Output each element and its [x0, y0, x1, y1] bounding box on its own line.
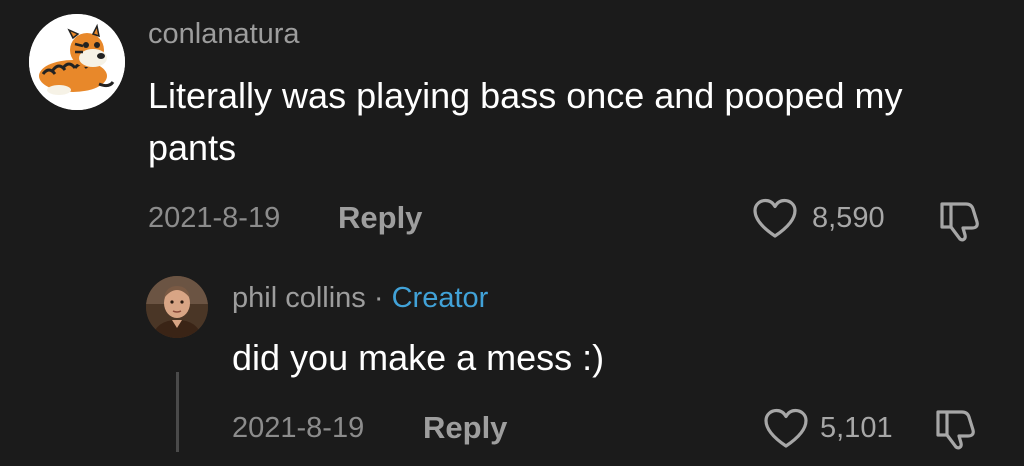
reply-button[interactable]: Reply — [338, 200, 422, 236]
comment-text: Literally was playing bass once and poop… — [148, 75, 903, 168]
person-photo-icon — [146, 276, 208, 338]
like-button[interactable] — [763, 408, 809, 450]
username[interactable]: phil collins — [232, 282, 366, 314]
reply-button[interactable]: Reply — [423, 410, 507, 446]
heart-icon — [764, 408, 808, 448]
comment-date: 2021-8-19 — [148, 202, 281, 234]
comment-date: 2021-8-19 — [232, 412, 365, 444]
like-count: 8,590 — [812, 202, 885, 234]
like-button[interactable] — [752, 198, 798, 240]
thumbs-down-icon — [936, 410, 975, 450]
like-count: 5,101 — [820, 412, 893, 444]
reply-header: phil collins · Creator — [232, 282, 488, 315]
avatar[interactable] — [146, 276, 208, 338]
heart-icon — [753, 198, 797, 238]
comment-text: did you make a mess :) — [232, 337, 605, 378]
dislike-button[interactable] — [936, 198, 982, 244]
username[interactable]: conlanatura — [148, 18, 300, 51]
avatar[interactable] — [29, 14, 125, 110]
tiger-icon — [29, 14, 125, 110]
thumbs-down-icon — [940, 202, 979, 242]
thread-line — [176, 372, 179, 452]
dislike-button[interactable] — [932, 406, 978, 452]
separator: · — [373, 282, 384, 314]
creator-badge: Creator — [391, 282, 489, 314]
